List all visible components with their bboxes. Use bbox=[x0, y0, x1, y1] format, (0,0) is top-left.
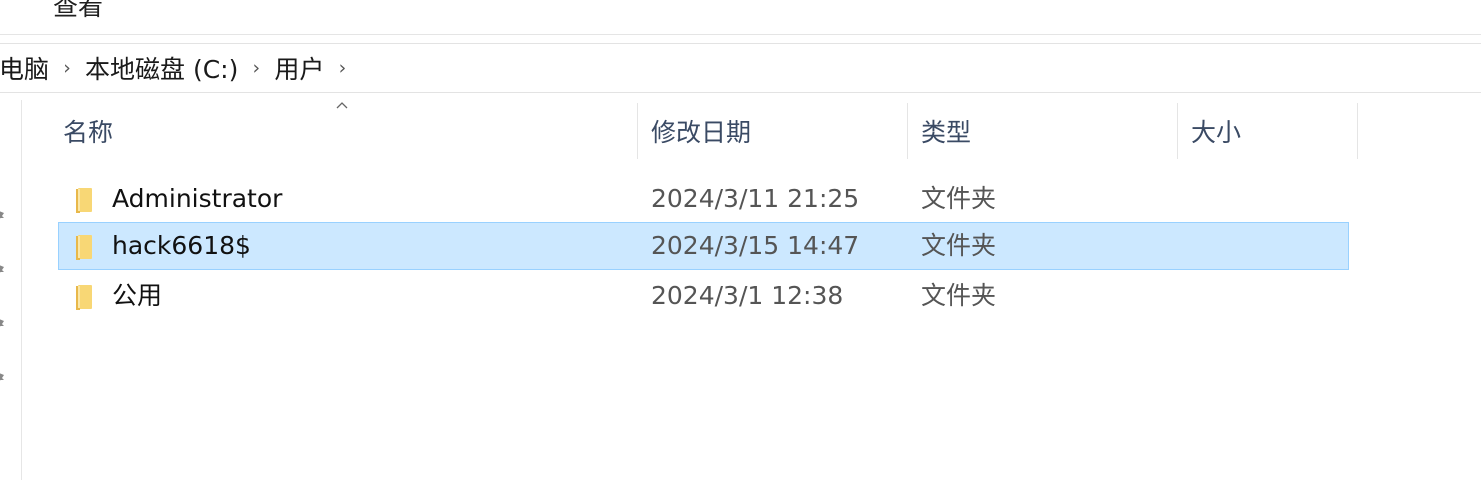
address-bar-bottom-border bbox=[0, 92, 1481, 93]
chevron-right-icon[interactable]: › bbox=[53, 57, 81, 79]
file-name: Administrator bbox=[112, 184, 283, 213]
pin-icon[interactable] bbox=[0, 318, 8, 330]
address-bar-top-border bbox=[0, 43, 1481, 44]
breadcrumb: 电脑 › 本地磁盘 (C:) › 用户 › bbox=[0, 50, 356, 86]
folder-icon bbox=[76, 285, 92, 310]
column-separator[interactable] bbox=[1357, 103, 1358, 159]
file-row-administrator[interactable]: Administrator 2024/3/11 21:25 文件夹 bbox=[58, 175, 1349, 223]
folder-icon bbox=[76, 188, 92, 213]
chevron-right-icon[interactable]: › bbox=[328, 57, 356, 79]
file-name: hack6618$ bbox=[112, 231, 251, 260]
navigation-pane-divider[interactable] bbox=[21, 100, 22, 480]
breadcrumb-item-this-pc[interactable]: 电脑 bbox=[0, 50, 53, 86]
file-type: 文件夹 bbox=[921, 184, 997, 213]
column-header-size[interactable]: 大小 bbox=[1178, 103, 1357, 159]
column-header-modified[interactable]: 修改日期 bbox=[638, 103, 907, 159]
file-modified-date: 2024/3/15 14:47 bbox=[651, 231, 860, 260]
pin-icon[interactable] bbox=[0, 210, 8, 222]
ribbon-divider bbox=[0, 34, 1481, 35]
file-type: 文件夹 bbox=[921, 231, 997, 260]
pin-icon[interactable] bbox=[0, 264, 8, 276]
breadcrumb-item-users[interactable]: 用户 bbox=[270, 50, 328, 86]
file-row-public[interactable]: 公用 2024/3/1 12:38 文件夹 bbox=[58, 272, 1349, 320]
ribbon-tab-view[interactable]: 查看 bbox=[53, 0, 103, 25]
column-header-name[interactable]: 名称 bbox=[50, 103, 637, 159]
file-modified-date: 2024/3/1 12:38 bbox=[651, 281, 844, 310]
file-modified-date: 2024/3/11 21:25 bbox=[651, 184, 860, 213]
folder-icon bbox=[76, 235, 92, 260]
file-row-hack6618[interactable]: hack6618$ 2024/3/15 14:47 文件夹 bbox=[58, 222, 1349, 270]
chevron-right-icon[interactable]: › bbox=[242, 57, 270, 79]
column-header-type[interactable]: 类型 bbox=[908, 103, 1177, 159]
pin-icon[interactable] bbox=[0, 372, 8, 384]
file-name: 公用 bbox=[112, 281, 163, 310]
breadcrumb-item-local-disk[interactable]: 本地磁盘 (C:) bbox=[81, 50, 242, 86]
file-type: 文件夹 bbox=[921, 281, 997, 310]
